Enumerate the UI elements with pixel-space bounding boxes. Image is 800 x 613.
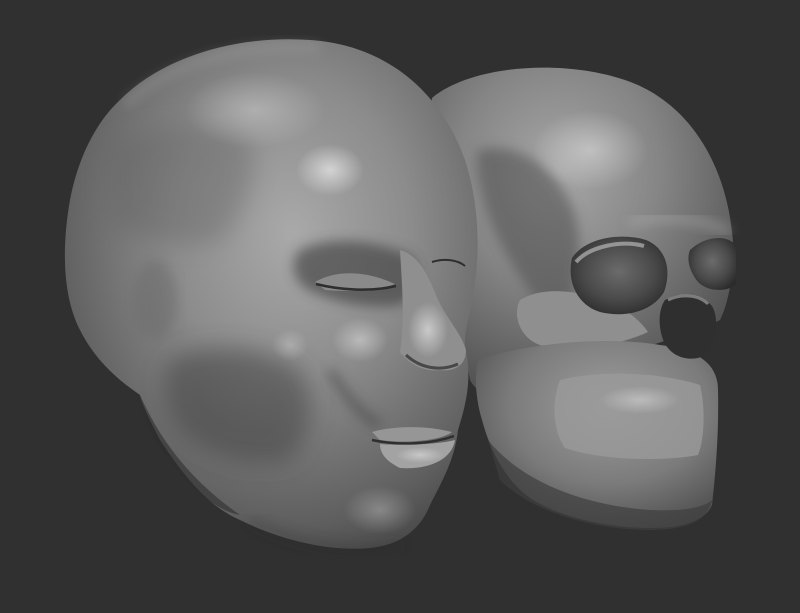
sculpt-render	[64, 39, 736, 552]
sculpted-head[interactable]	[64, 39, 478, 552]
skull-orbit-left	[570, 236, 668, 315]
sculpt-viewport[interactable]	[0, 0, 800, 613]
sculpted-skull[interactable]	[431, 67, 736, 530]
